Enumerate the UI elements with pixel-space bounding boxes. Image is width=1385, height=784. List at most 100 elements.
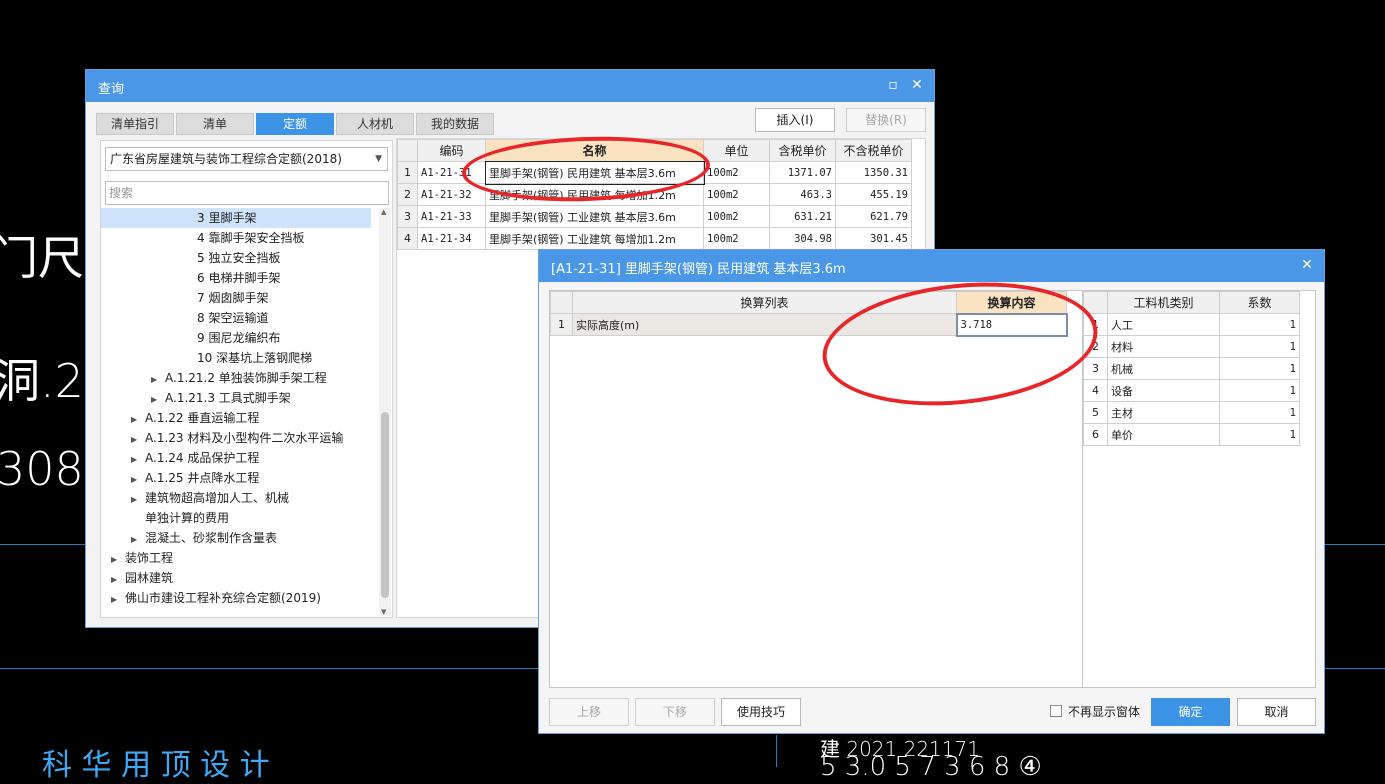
quota-tree-panel: 广东省房屋建筑与装饰工程综合定额(2018) ▼ 搜索 3 里脚手架 4 靠脚手架…	[100, 140, 393, 618]
ok-button[interactable]: 确定	[1151, 698, 1230, 726]
cell-name: 里脚手架(钢管) 工业建筑 基本层3.6m	[485, 205, 704, 228]
cancel-button[interactable]: 取消	[1237, 698, 1316, 726]
chevron-right-icon[interactable]: ▶	[131, 430, 145, 450]
maximize-icon[interactable]: ▫	[884, 76, 902, 94]
tree-item[interactable]: 7 烟囱脚手架	[101, 288, 371, 308]
row-index: 5	[1083, 401, 1108, 424]
tree-scrollbar[interactable]: ▲ ▼	[379, 208, 391, 616]
tree-item-label: A.1.23 材料及小型构件二次水平运输	[145, 431, 344, 445]
chevron-right-icon[interactable]: ▶	[131, 470, 145, 490]
tree-item-label: A.1.22 垂直运输工程	[145, 411, 260, 425]
chevron-right-icon[interactable]: ▶	[131, 410, 145, 430]
library-select[interactable]: 广东省房屋建筑与装饰工程综合定额(2018) ▼	[105, 147, 388, 171]
tree-item-label: 建筑物超高增加人工、机械	[145, 491, 290, 505]
convert-title: [A1-21-31] 里脚手架(钢管) 民用建筑 基本层3.6m	[551, 262, 846, 277]
tree-item[interactable]: ▶ A.1.25 井点降水工程	[101, 468, 371, 488]
cad-line-1	[0, 544, 88, 545]
tree-item[interactable]: ▶ 园林建筑	[101, 568, 371, 588]
chevron-right-icon[interactable]: ▶	[111, 570, 125, 590]
table-row[interactable]: 3 机械 1	[1083, 357, 1300, 380]
chevron-right-icon[interactable]: ▶	[131, 530, 145, 550]
close-icon[interactable]: ✕	[1298, 256, 1316, 274]
cell-category: 单价	[1107, 423, 1220, 446]
header-category: 工料机类别	[1107, 291, 1220, 314]
cell-tax-price: 631.21	[769, 205, 836, 228]
cell-code: A1-21-34	[417, 227, 486, 250]
tree-item-label: 4 靠脚手架安全挡板	[197, 231, 305, 245]
cad-text-bottom-right: 5 3.0 5 7 3 6 8 ④	[820, 752, 1042, 782]
close-icon[interactable]: ✕	[908, 76, 926, 94]
tree-item[interactable]: ▶ 建筑物超高增加人工、机械	[101, 488, 371, 508]
cell-factor: 1	[1219, 379, 1300, 402]
no-show-checkbox[interactable]	[1050, 705, 1062, 717]
cell-name: 里脚手架(钢管) 工业建筑 每增加1.2m	[485, 227, 704, 250]
scroll-up-icon[interactable]: ▲	[381, 208, 386, 216]
row-index: 6	[1083, 423, 1108, 446]
tab-bill-guide[interactable]: 清单指引	[96, 113, 174, 135]
cell-category: 人工	[1107, 313, 1220, 336]
tab-labor-material[interactable]: 人材机	[336, 113, 414, 135]
table-row[interactable]: 3 A1-21-33 里脚手架(钢管) 工业建筑 基本层3.6m 100m2 631.2…	[397, 205, 912, 228]
cell-factor: 1	[1219, 335, 1300, 358]
tree-item[interactable]: 3 里脚手架	[101, 208, 371, 228]
table-row[interactable]: 4 A1-21-34 里脚手架(钢管) 工业建筑 每增加1.2m 100m2 304.9…	[397, 227, 912, 250]
table-row[interactable]: 1 人工 1	[1083, 313, 1300, 336]
tips-button[interactable]: 使用技巧	[721, 698, 801, 726]
cell-category: 设备	[1107, 379, 1220, 402]
chevron-right-icon[interactable]: ▶	[131, 450, 145, 470]
tree-item[interactable]: ▶ A.1.23 材料及小型构件二次水平运输	[101, 428, 371, 448]
tree-item[interactable]: 5 独立安全挡板	[101, 248, 371, 268]
tree-item[interactable]: ▶ A.1.22 垂直运输工程	[101, 408, 371, 428]
scroll-down-icon[interactable]: ▼	[381, 608, 386, 616]
chevron-right-icon[interactable]: ▶	[151, 390, 165, 410]
header-tax-price[interactable]: 含税单价	[769, 139, 836, 162]
tree-item-label: 6 电梯井脚手架	[197, 271, 281, 285]
tree-item[interactable]: 4 靠脚手架安全挡板	[101, 228, 371, 248]
tab-quota[interactable]: 定额	[256, 113, 334, 135]
tab-my-data[interactable]: 我的数据	[416, 113, 494, 135]
tree-item[interactable]: ▶ A.1.24 成品保护工程	[101, 448, 371, 468]
query-title-bar: 查询 ▫ ✕	[86, 70, 934, 102]
tab-bill[interactable]: 清单	[176, 113, 254, 135]
table-row[interactable]: 5 主材 1	[1083, 401, 1300, 424]
library-select-value: 广东省房屋建筑与装饰工程综合定额(2018)	[110, 152, 342, 166]
tree-item[interactable]: ▶ 装饰工程	[101, 548, 371, 568]
tree-item[interactable]: 8 架空运输道	[101, 308, 371, 328]
chevron-right-icon[interactable]: ▶	[131, 490, 145, 510]
tree-item[interactable]: 单独计算的费用	[101, 508, 371, 528]
header-unit[interactable]: 单位	[703, 139, 770, 162]
tree-item[interactable]: 9 围尼龙编织布	[101, 328, 371, 348]
table-row[interactable]: 2 材料 1	[1083, 335, 1300, 358]
cad-vline	[776, 735, 777, 767]
cell-tax-price: 304.98	[769, 227, 836, 250]
chevron-right-icon[interactable]: ▶	[151, 370, 165, 390]
tree-item[interactable]: ▶ A.1.21.2 单独装饰脚手架工程	[101, 368, 371, 388]
table-row[interactable]: 6 单价 1	[1083, 423, 1300, 446]
chevron-right-icon[interactable]: ▶	[111, 550, 125, 570]
tree-item[interactable]: ▶ A.1.21.3 工具式脚手架	[101, 388, 371, 408]
search-input[interactable]: 搜索	[105, 181, 389, 205]
quota-tree: 3 里脚手架 4 靠脚手架安全挡板 5 独立安全挡板 6 电梯井脚手架 7 烟囱脚手架 8…	[101, 208, 379, 617]
table-row[interactable]: 4 设备 1	[1083, 379, 1300, 402]
cell-notax-price: 621.79	[835, 205, 912, 228]
tree-item[interactable]: ▶ 混凝土、砂浆制作含量表	[101, 528, 371, 548]
cell-code: A1-21-33	[417, 205, 486, 228]
insert-button[interactable]: 插入(I)	[755, 108, 835, 132]
move-up-button[interactable]: 上移	[549, 698, 629, 726]
tree-item[interactable]: 10 深基坑上落钢爬梯	[101, 348, 371, 368]
tree-item-label: 混凝土、砂浆制作含量表	[145, 531, 278, 545]
replace-button[interactable]: 替换(R)	[846, 108, 926, 132]
cell-tax-price: 463.3	[769, 183, 836, 206]
header-notax-price[interactable]: 不含税单价	[835, 139, 912, 162]
chevron-right-icon[interactable]: ▶	[111, 590, 125, 610]
tree-item[interactable]: ▶ 佛山市建设工程补充综合定额(2019)	[101, 588, 371, 608]
tree-item[interactable]: 6 电梯井脚手架	[101, 268, 371, 288]
row-index: 3	[1083, 357, 1108, 380]
row-index: 4	[1083, 379, 1108, 402]
scroll-thumb[interactable]	[381, 412, 389, 598]
move-down-button[interactable]: 下移	[635, 698, 715, 726]
chevron-down-icon: ▼	[375, 154, 382, 164]
factor-table: 工料机类别 系数 1 人工 1 2 材料 1 3 机械 1 4 设备 1 5 主材 1 6 单价 1	[1083, 291, 1300, 446]
row-index: 3	[397, 205, 418, 228]
tree-item-label: 8 架空运输道	[197, 311, 269, 325]
